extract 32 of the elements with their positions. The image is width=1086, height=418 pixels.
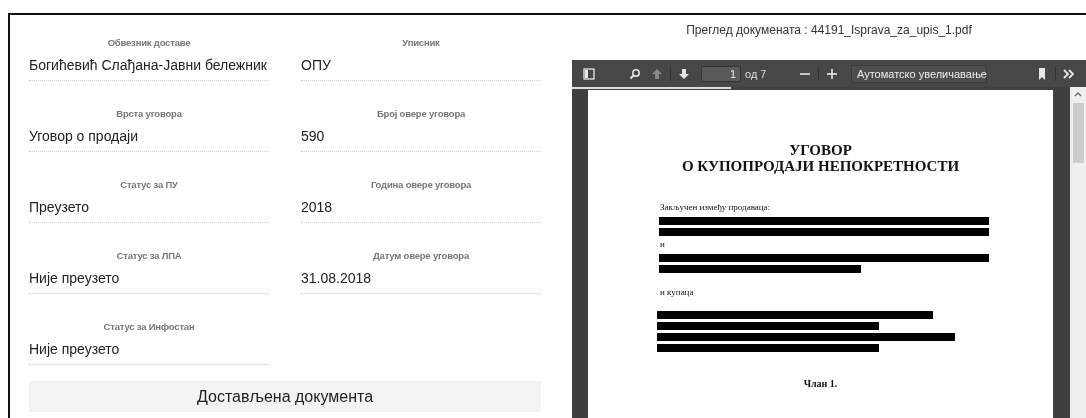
section-title: Члан 1. (802, 378, 839, 389)
zoom-select[interactable]: Аутоматско увеличавање (851, 64, 987, 83)
page-count: од 7 (745, 67, 767, 80)
field-label: Статус за ЛПА (115, 250, 183, 261)
viewer-title: Преглед докумената : 44191_Isprava_za_upis_1.pdf (685, 23, 973, 39)
document-text: и (660, 239, 665, 250)
field-label: Статус за Инфостан (102, 321, 196, 332)
field-label: Врста уговора (115, 108, 183, 119)
document-heading: О КУПОПРОДАЈИ НЕПОКРЕТНОСТИ (680, 158, 961, 174)
field-value: 2018 (301, 199, 541, 223)
field-value: Богићевић Слађана-Јавни бележник (29, 57, 269, 81)
field-label: Уписник (401, 37, 441, 48)
scroll-up-icon[interactable] (1074, 91, 1082, 97)
page-number-field[interactable]: 1 (701, 65, 741, 82)
field-value: Није преузето (29, 270, 269, 294)
scroll-thumb[interactable] (1072, 103, 1084, 163)
section-button[interactable]: Достављена документа (29, 381, 541, 412)
field-value: Уговор о продаји (29, 128, 269, 152)
field-value: 31.08.2018 (301, 270, 541, 294)
field-value: ОПУ (301, 57, 541, 81)
field-label: Година овере уговора (369, 179, 473, 190)
document-text: и купаца (660, 287, 694, 298)
field-label: Статус за ПУ (119, 179, 179, 190)
field-value: Преузето (29, 199, 269, 223)
document-text: Закључен између продаваца: (660, 202, 771, 213)
field-value: Није преузето (29, 341, 269, 365)
field-label: Број овере уговора (375, 108, 467, 119)
field-label: Обвезник доставе (106, 37, 192, 48)
scrollbar[interactable] (1070, 87, 1086, 418)
document-heading: УГОВОР (788, 142, 853, 158)
field-label: Датум овере уговора (372, 250, 471, 261)
field-value: 590 (301, 128, 541, 152)
